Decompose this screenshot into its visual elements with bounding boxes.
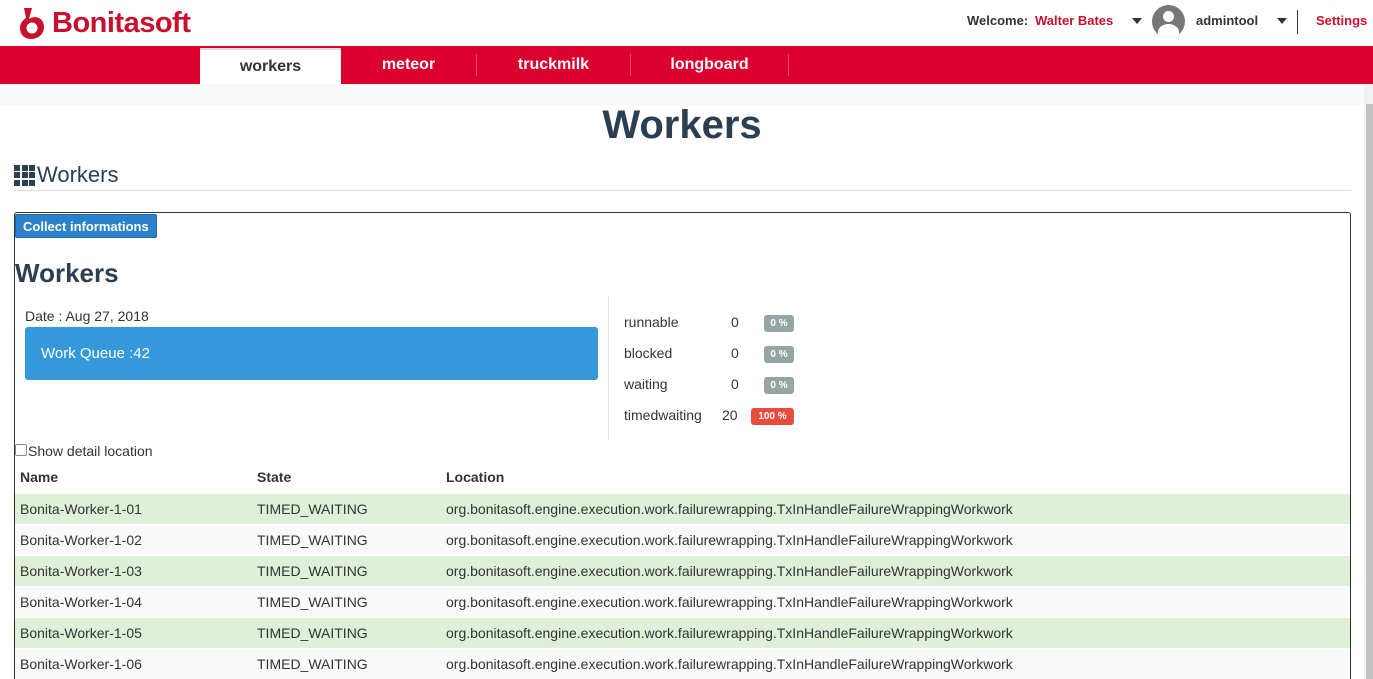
worker-location: org.bonitasoft.engine.execution.work.fai… xyxy=(441,647,1350,679)
table-row: Bonita-Worker-1-02 TIMED_WAITING org.bon… xyxy=(15,523,1350,555)
content-top-band xyxy=(0,84,1373,105)
table-row: Bonita-Worker-1-01 TIMED_WAITING org.bon… xyxy=(15,492,1350,524)
page-title: Workers xyxy=(602,103,762,147)
tab-divider xyxy=(788,54,789,76)
scrollbar-thumb[interactable] xyxy=(1366,104,1373,679)
worker-name: Bonita-Worker-1-05 xyxy=(15,616,252,648)
workers-table: Name State Location Bonita-Worker-1-01 T… xyxy=(15,462,1350,679)
worker-state: TIMED_WAITING xyxy=(252,554,441,586)
state-label-runnable: runnable xyxy=(624,314,679,330)
work-queue-label: Work Queue :42 xyxy=(41,345,150,362)
worker-name: Bonita-Worker-1-06 xyxy=(15,647,252,679)
bonita-logo-icon xyxy=(18,5,50,41)
panel-title: Workers xyxy=(15,258,119,288)
user-dropdown-caret-icon[interactable] xyxy=(1132,18,1142,24)
tab-meteor[interactable]: meteor xyxy=(341,46,476,84)
grid-icon xyxy=(14,164,35,186)
tab-truckmilk[interactable]: truckmilk xyxy=(477,46,630,84)
column-header-location[interactable]: Location xyxy=(441,462,1350,493)
table-row: Bonita-Worker-1-06 TIMED_WAITING org.bon… xyxy=(15,647,1350,679)
table-header-row: Name State Location xyxy=(15,462,1350,493)
bonitasoft-logo[interactable]: Bonitasoft xyxy=(18,4,191,42)
profile-dropdown-caret-icon[interactable] xyxy=(1277,18,1287,24)
column-header-state[interactable]: State xyxy=(252,462,441,493)
state-badge-blocked: 0 % xyxy=(764,346,794,363)
state-badge-waiting: 0 % xyxy=(764,377,794,394)
stats-divider xyxy=(608,296,609,440)
worker-state: TIMED_WAITING xyxy=(252,647,441,679)
current-user-name[interactable]: Walter Bates xyxy=(1035,13,1113,28)
section-title: Workers xyxy=(37,162,119,187)
report-date: Date : Aug 27, 2018 xyxy=(25,308,149,324)
worker-state: TIMED_WAITING xyxy=(252,523,441,555)
worker-name: Bonita-Worker-1-04 xyxy=(15,585,252,617)
tab-workers[interactable]: workers xyxy=(200,48,341,84)
state-badge-timedwaiting: 100 % xyxy=(751,408,794,425)
collect-informations-button[interactable]: Collect informations xyxy=(15,214,157,238)
worker-state: TIMED_WAITING xyxy=(252,585,441,617)
state-count-runnable: 0 xyxy=(731,314,739,330)
show-detail-checkbox[interactable] xyxy=(15,444,27,456)
show-detail-label[interactable]: Show detail location xyxy=(28,443,153,459)
profile-name[interactable]: admintool xyxy=(1196,13,1258,28)
settings-link[interactable]: Settings xyxy=(1316,13,1367,28)
column-header-name[interactable]: Name xyxy=(15,462,252,493)
worker-location: org.bonitasoft.engine.execution.work.fai… xyxy=(441,554,1350,586)
header-divider xyxy=(1297,10,1298,34)
worker-state: TIMED_WAITING xyxy=(252,616,441,648)
table-row: Bonita-Worker-1-05 TIMED_WAITING org.bon… xyxy=(15,616,1350,648)
worker-location: org.bonitasoft.engine.execution.work.fai… xyxy=(441,523,1350,555)
worker-name: Bonita-Worker-1-03 xyxy=(15,554,252,586)
welcome-label: Welcome: xyxy=(967,13,1029,28)
state-label-timedwaiting: timedwaiting xyxy=(624,407,702,423)
state-count-timedwaiting: 20 xyxy=(722,407,738,423)
worker-state: TIMED_WAITING xyxy=(252,492,441,524)
brand-name: Bonitasoft xyxy=(52,6,191,39)
worker-location: org.bonitasoft.engine.execution.work.fai… xyxy=(441,616,1350,648)
state-label-waiting: waiting xyxy=(624,376,668,392)
worker-location: org.bonitasoft.engine.execution.work.fai… xyxy=(441,585,1350,617)
worker-name: Bonita-Worker-1-01 xyxy=(15,492,252,524)
work-queue-box: Work Queue :42 xyxy=(25,327,598,380)
state-label-blocked: blocked xyxy=(624,345,673,361)
top-header: Bonitasoft Welcome: Walter Bates adminto… xyxy=(0,0,1373,46)
section-header: Workers xyxy=(14,160,119,190)
worker-name: Bonita-Worker-1-02 xyxy=(15,523,252,555)
tab-longboard[interactable]: longboard xyxy=(631,46,788,84)
worker-location: org.bonitasoft.engine.execution.work.fai… xyxy=(441,492,1350,524)
state-badge-runnable: 0 % xyxy=(764,315,794,332)
main-nav: workers meteor truckmilk longboard xyxy=(0,46,1373,84)
table-row: Bonita-Worker-1-04 TIMED_WAITING org.bon… xyxy=(15,585,1350,617)
state-count-blocked: 0 xyxy=(731,345,739,361)
state-count-waiting: 0 xyxy=(731,376,739,392)
table-row: Bonita-Worker-1-03 TIMED_WAITING org.bon… xyxy=(15,554,1350,586)
avatar[interactable] xyxy=(1152,5,1185,38)
section-divider xyxy=(14,190,1351,191)
